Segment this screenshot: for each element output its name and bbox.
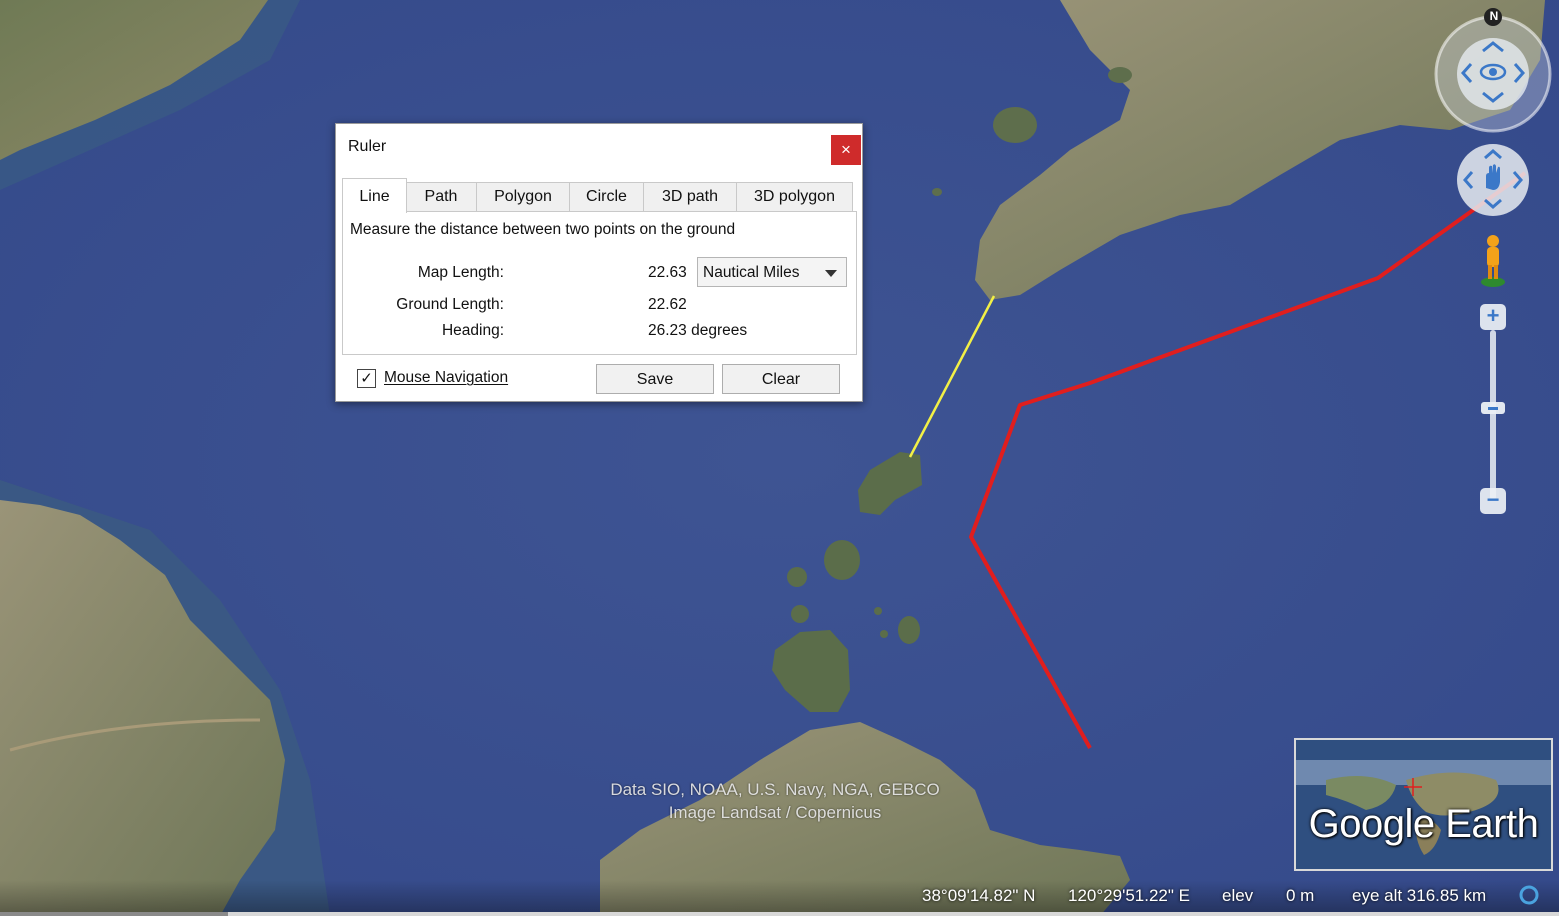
island bbox=[791, 605, 809, 623]
tab-3d-path[interactable]: 3D path bbox=[643, 182, 737, 212]
pegman-icon[interactable] bbox=[1478, 232, 1508, 290]
ruler-title: Ruler bbox=[348, 138, 387, 155]
mouse-navigation-label[interactable]: Mouse Navigation bbox=[384, 369, 508, 387]
status-bar bbox=[0, 880, 1559, 916]
chevron-down-icon bbox=[825, 270, 837, 277]
map-attribution: Data SIO, NOAA, U.S. Navy, NGA, GEBCO Im… bbox=[585, 778, 965, 824]
move-control[interactable] bbox=[1453, 140, 1533, 220]
ground-length-label: Ground Length: bbox=[396, 296, 504, 313]
tab-path[interactable]: Path bbox=[405, 182, 477, 212]
ruler-dialog: Ruler × Line Path Polygon Circle 3D path… bbox=[335, 123, 863, 402]
elevation-value: 0 m bbox=[1286, 886, 1315, 905]
island bbox=[874, 607, 882, 615]
island bbox=[880, 630, 888, 638]
ruler-titlebar[interactable]: Ruler × bbox=[336, 124, 862, 170]
elevation-label: elev bbox=[1222, 886, 1254, 905]
islet bbox=[1108, 67, 1132, 83]
save-button[interactable]: Save bbox=[596, 364, 714, 394]
tab-3d-polygon[interactable]: 3D polygon bbox=[736, 182, 853, 212]
overview-map[interactable]: Google Earth bbox=[1294, 738, 1553, 871]
island bbox=[787, 567, 807, 587]
north-label: N bbox=[1489, 9, 1499, 23]
units-selected: Nautical Miles bbox=[703, 264, 800, 281]
islet bbox=[993, 107, 1037, 143]
tab-polygon[interactable]: Polygon bbox=[476, 182, 570, 212]
zoom-out-label: − bbox=[1486, 487, 1500, 512]
map-length-value: 22.63 bbox=[648, 264, 687, 281]
mouse-navigation-text: Mouse Navigation bbox=[384, 369, 509, 386]
zoom-in-label: + bbox=[1486, 303, 1500, 328]
map-length-label: Map Length: bbox=[417, 264, 504, 281]
units-dropdown[interactable]: Nautical Miles bbox=[697, 257, 847, 287]
ground-length-value: 22.62 bbox=[648, 296, 687, 313]
horizontal-scrollbar[interactable] bbox=[0, 912, 1559, 916]
tab-line[interactable]: Line bbox=[342, 178, 407, 213]
latitude-readout: 38°09'14.82" N bbox=[922, 886, 1036, 905]
google-earth-logo: Google Earth bbox=[1308, 802, 1539, 846]
island bbox=[898, 616, 920, 644]
heading-label: Heading: bbox=[441, 322, 504, 339]
mouse-navigation-checkbox[interactable]: ✓ bbox=[357, 369, 376, 388]
close-button[interactable]: × bbox=[831, 135, 861, 165]
line-tab-panel: Measure the distance between two points … bbox=[342, 211, 857, 355]
ruler-description: Measure the distance between two points … bbox=[350, 221, 736, 238]
islet bbox=[932, 188, 942, 196]
clear-button[interactable]: Clear bbox=[722, 364, 840, 394]
attribution-line-2: Image Landsat / Copernicus bbox=[668, 803, 882, 822]
look-control[interactable] bbox=[1433, 8, 1553, 133]
attribution-line-1: Data SIO, NOAA, U.S. Navy, NGA, GEBCO bbox=[610, 780, 940, 799]
longitude-readout: 120°29'51.22" E bbox=[1068, 886, 1190, 905]
streaming-status-icon bbox=[1519, 885, 1539, 905]
tab-circle[interactable]: Circle bbox=[569, 182, 644, 212]
eye-altitude-readout: eye alt 316.85 km bbox=[1352, 886, 1487, 905]
island bbox=[824, 540, 860, 580]
heading-value: 26.23 degrees bbox=[648, 322, 748, 339]
scrollbar-thumb[interactable] bbox=[0, 912, 228, 916]
